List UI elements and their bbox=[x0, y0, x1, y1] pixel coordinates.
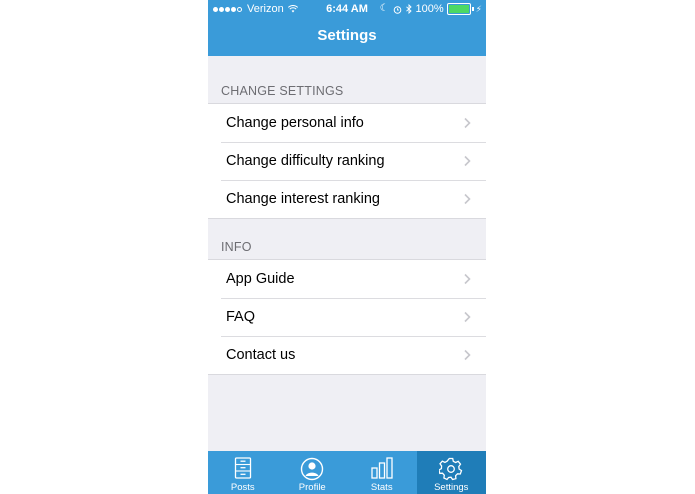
bluetooth-icon bbox=[405, 4, 412, 14]
row-label: App Guide bbox=[226, 271, 295, 287]
battery-icon bbox=[446, 3, 471, 15]
row-label: FAQ bbox=[226, 309, 256, 325]
profile-icon bbox=[301, 457, 324, 481]
chevron-right-icon bbox=[464, 155, 471, 167]
row-label: Contact us bbox=[226, 347, 296, 363]
tab-profile[interactable]: Profile bbox=[278, 451, 348, 494]
charging-icon: ⚡ bbox=[475, 4, 482, 14]
row-change-difficulty-ranking[interactable]: Change difficulty ranking bbox=[208, 142, 486, 180]
section-header-info: INFO bbox=[221, 240, 252, 254]
chevron-right-icon bbox=[464, 193, 471, 205]
moon-icon: ☾ bbox=[379, 3, 389, 14]
tab-posts[interactable]: Posts bbox=[208, 451, 278, 494]
chevron-right-icon bbox=[464, 311, 471, 323]
chevron-right-icon bbox=[464, 273, 471, 285]
section-header-change-settings: CHANGE SETTINGS bbox=[221, 84, 344, 98]
page-title: Settings bbox=[317, 27, 377, 44]
gear-icon bbox=[439, 457, 463, 481]
alarm-icon bbox=[393, 5, 401, 14]
status-right: ☾ 100% ⚡ bbox=[380, 0, 482, 18]
row-change-interest-ranking[interactable]: Change interest ranking bbox=[208, 180, 486, 218]
row-app-guide[interactable]: App Guide bbox=[208, 260, 486, 298]
battery-percent: 100% bbox=[415, 3, 444, 15]
status-bar: Verizon 6:44 AM ☾ 100% ⚡ bbox=[208, 0, 486, 18]
tab-settings[interactable]: Settings bbox=[416, 451, 486, 494]
row-contact-us[interactable]: Contact us bbox=[208, 336, 486, 374]
tab-label: Settings bbox=[434, 482, 469, 493]
tab-stats[interactable]: Stats bbox=[347, 451, 417, 494]
row-label: Change personal info bbox=[226, 115, 364, 131]
chevron-right-icon bbox=[464, 349, 471, 361]
row-label: Change interest ranking bbox=[226, 191, 380, 207]
stats-icon bbox=[371, 457, 393, 479]
top-bar: Verizon 6:44 AM ☾ 100% ⚡ Settings bbox=[208, 0, 486, 56]
tab-label: Posts bbox=[230, 482, 255, 493]
row-label: Change difficulty ranking bbox=[226, 153, 385, 169]
tab-bar: Posts Profile Stats Settings bbox=[208, 451, 486, 494]
phone-screen: Verizon 6:44 AM ☾ 100% ⚡ Settings CHANGE… bbox=[208, 0, 486, 494]
tab-label: Stats bbox=[370, 482, 393, 493]
row-faq[interactable]: FAQ bbox=[208, 298, 486, 336]
chevron-right-icon bbox=[464, 117, 471, 129]
settings-group-info: App Guide FAQ Contact us bbox=[208, 259, 486, 375]
settings-group-change: Change personal info Change difficulty r… bbox=[208, 103, 486, 219]
tab-label: Profile bbox=[298, 482, 326, 493]
row-change-personal-info[interactable]: Change personal info bbox=[208, 104, 486, 142]
posts-icon bbox=[234, 457, 251, 479]
